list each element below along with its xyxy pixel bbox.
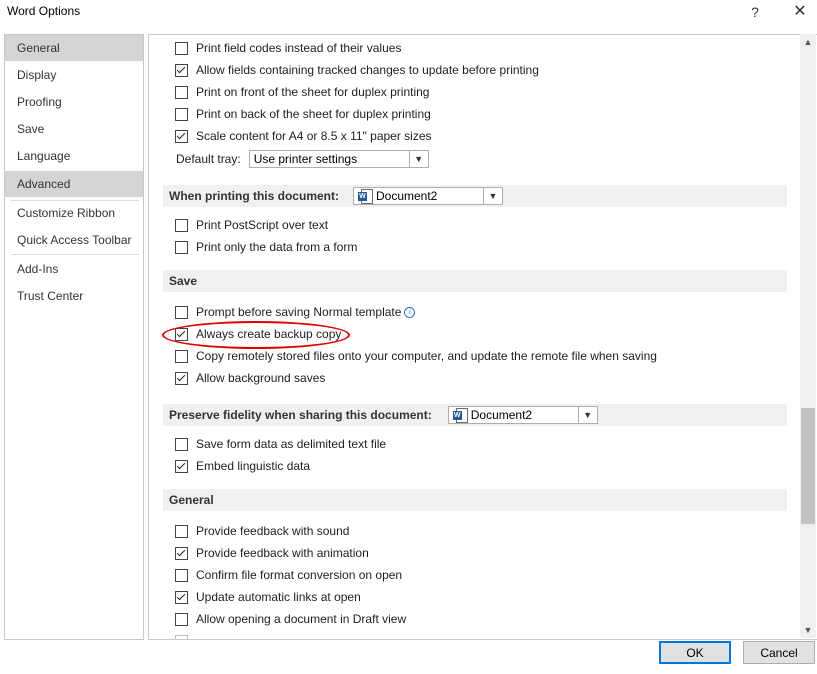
section-save: Save [163,270,787,292]
option-partially-hidden [175,631,196,639]
word-document-icon: W [452,408,468,423]
checkbox[interactable] [175,568,188,582]
sidebar-item-advanced[interactable]: Advanced [5,171,143,197]
option-label: Allow fields containing tracked changes … [196,63,539,77]
scrollbar-thumb[interactable] [801,408,815,524]
option-feedback-sound[interactable]: Provide feedback with sound [175,521,349,541]
scroll-up-arrow-icon[interactable]: ▲ [800,34,816,50]
option-label: Print on back of the sheet for duplex pr… [196,107,431,121]
sidebar-item-customize-ribbon[interactable]: Customize Ribbon [5,200,143,226]
when-printing-document-dropdown[interactable]: W Document2 ▼ [352,187,503,205]
option-label: Copy remotely stored files onto your com… [196,349,657,363]
option-always-backup-copy[interactable]: Always create backup copy [175,324,341,344]
document-name: Document2 [375,189,438,203]
checkbox[interactable] [175,129,188,143]
checkbox[interactable] [175,590,188,604]
help-button[interactable]: ? [741,2,769,24]
option-scale-content-paper[interactable]: Scale content for A4 or 8.5 x 11" paper … [175,126,432,146]
sidebar-item-display[interactable]: Display [5,62,143,88]
checkbox[interactable] [175,240,188,254]
option-print-front-duplex[interactable]: Print on front of the sheet for duplex p… [175,82,429,102]
vertical-scrollbar[interactable]: ▲ ▼ [800,34,816,638]
option-confirm-format-conversion[interactable]: Confirm file format conversion on open [175,565,402,585]
option-label: Scale content for A4 or 8.5 x 11" paper … [196,129,432,143]
option-label: Always create backup copy [196,327,342,341]
default-tray-row: Default tray: Use printer settings ▼ [176,149,429,169]
close-button[interactable]: ✕ [786,2,814,24]
sidebar-item-proofing[interactable]: Proofing [5,89,143,115]
default-tray-value: Use printer settings [253,152,358,166]
document-name: Document2 [470,408,533,422]
option-print-form-data-only[interactable]: Print only the data from a form [175,237,357,257]
sidebar-item-language[interactable]: Language [5,143,143,169]
sidebar-divider [11,254,139,255]
checkbox[interactable] [175,612,188,626]
option-label: Save form data as delimited text file [196,437,387,451]
section-general: General [163,489,787,511]
checkbox[interactable] [175,437,188,451]
checkbox[interactable] [175,305,188,319]
option-prompt-normal-template[interactable]: Prompt before saving Normal template i [175,302,416,322]
sidebar-item-general[interactable]: General [5,35,143,61]
sidebar-item-add-ins[interactable]: Add-Ins [5,256,143,282]
checkbox[interactable] [175,63,188,77]
option-label: Allow opening a document in Draft view [196,612,407,626]
section-header: When printing this document: [169,189,339,203]
option-background-saves[interactable]: Allow background saves [175,368,325,388]
checkbox[interactable] [175,546,188,560]
option-label: Prompt before saving Normal template [196,305,402,319]
section-preserve-fidelity: Preserve fidelity when sharing this docu… [163,404,787,426]
chevron-down-icon: ▼ [482,188,502,204]
window-title: Word Options [7,4,81,18]
title-bar: Word Options ? ✕ [0,0,817,28]
checkbox[interactable] [175,371,188,385]
option-copy-remote-files[interactable]: Copy remotely stored files onto your com… [175,346,657,366]
sidebar-item-quick-access-toolbar[interactable]: Quick Access Toolbar [5,227,143,253]
advanced-options-panel: Print field codes instead of their value… [148,34,817,640]
scroll-down-arrow-icon[interactable]: ▼ [800,622,816,638]
option-allow-tracked-fields-update[interactable]: Allow fields containing tracked changes … [175,60,539,80]
option-label: Print PostScript over text [196,218,329,232]
checkbox[interactable] [175,524,188,538]
chevron-down-icon: ▼ [577,407,597,423]
option-print-field-codes[interactable]: Print field codes instead of their value… [175,38,401,58]
section-when-printing: When printing this document: W Document2… [163,185,787,207]
sidebar: General Display Proofing Save Language A… [4,34,144,640]
chevron-down-icon: ▼ [408,151,428,167]
checkbox [175,634,188,639]
option-embed-linguistic-data[interactable]: Embed linguistic data [175,456,310,476]
info-icon[interactable]: i [404,306,416,318]
word-document-icon: W [357,189,373,204]
checkbox[interactable] [175,459,188,473]
option-label: Update automatic links at open [196,590,361,604]
option-label: Provide feedback with sound [196,524,350,538]
checkbox[interactable] [175,41,188,55]
sidebar-item-save[interactable]: Save [5,116,143,142]
fidelity-document-dropdown[interactable]: W Document2 ▼ [447,406,598,424]
default-tray-dropdown[interactable]: Use printer settings ▼ [248,150,429,168]
option-label: Allow background saves [196,371,326,385]
option-print-postscript[interactable]: Print PostScript over text [175,215,328,235]
ok-button[interactable]: OK [659,641,731,664]
checkbox[interactable] [175,327,188,341]
option-label: Print on front of the sheet for duplex p… [196,85,430,99]
checkbox[interactable] [175,218,188,232]
default-tray-label: Default tray: [176,152,241,166]
option-open-draft-view[interactable]: Allow opening a document in Draft view [175,609,406,629]
cancel-button[interactable]: Cancel [743,641,815,664]
option-feedback-animation[interactable]: Provide feedback with animation [175,543,369,563]
option-label: Print field codes instead of their value… [196,41,402,55]
checkbox[interactable] [175,107,188,121]
option-update-links[interactable]: Update automatic links at open [175,587,361,607]
option-label: Embed linguistic data [196,459,311,473]
option-label: Provide feedback with animation [196,546,369,560]
option-label: Confirm file format conversion on open [196,568,403,582]
checkbox[interactable] [175,349,188,363]
option-label: Print only the data from a form [196,240,358,254]
option-save-form-data-delimited[interactable]: Save form data as delimited text file [175,434,386,454]
checkbox[interactable] [175,85,188,99]
section-header: Preserve fidelity when sharing this docu… [169,408,432,422]
option-print-back-duplex[interactable]: Print on back of the sheet for duplex pr… [175,104,431,124]
sidebar-item-trust-center[interactable]: Trust Center [5,283,143,309]
